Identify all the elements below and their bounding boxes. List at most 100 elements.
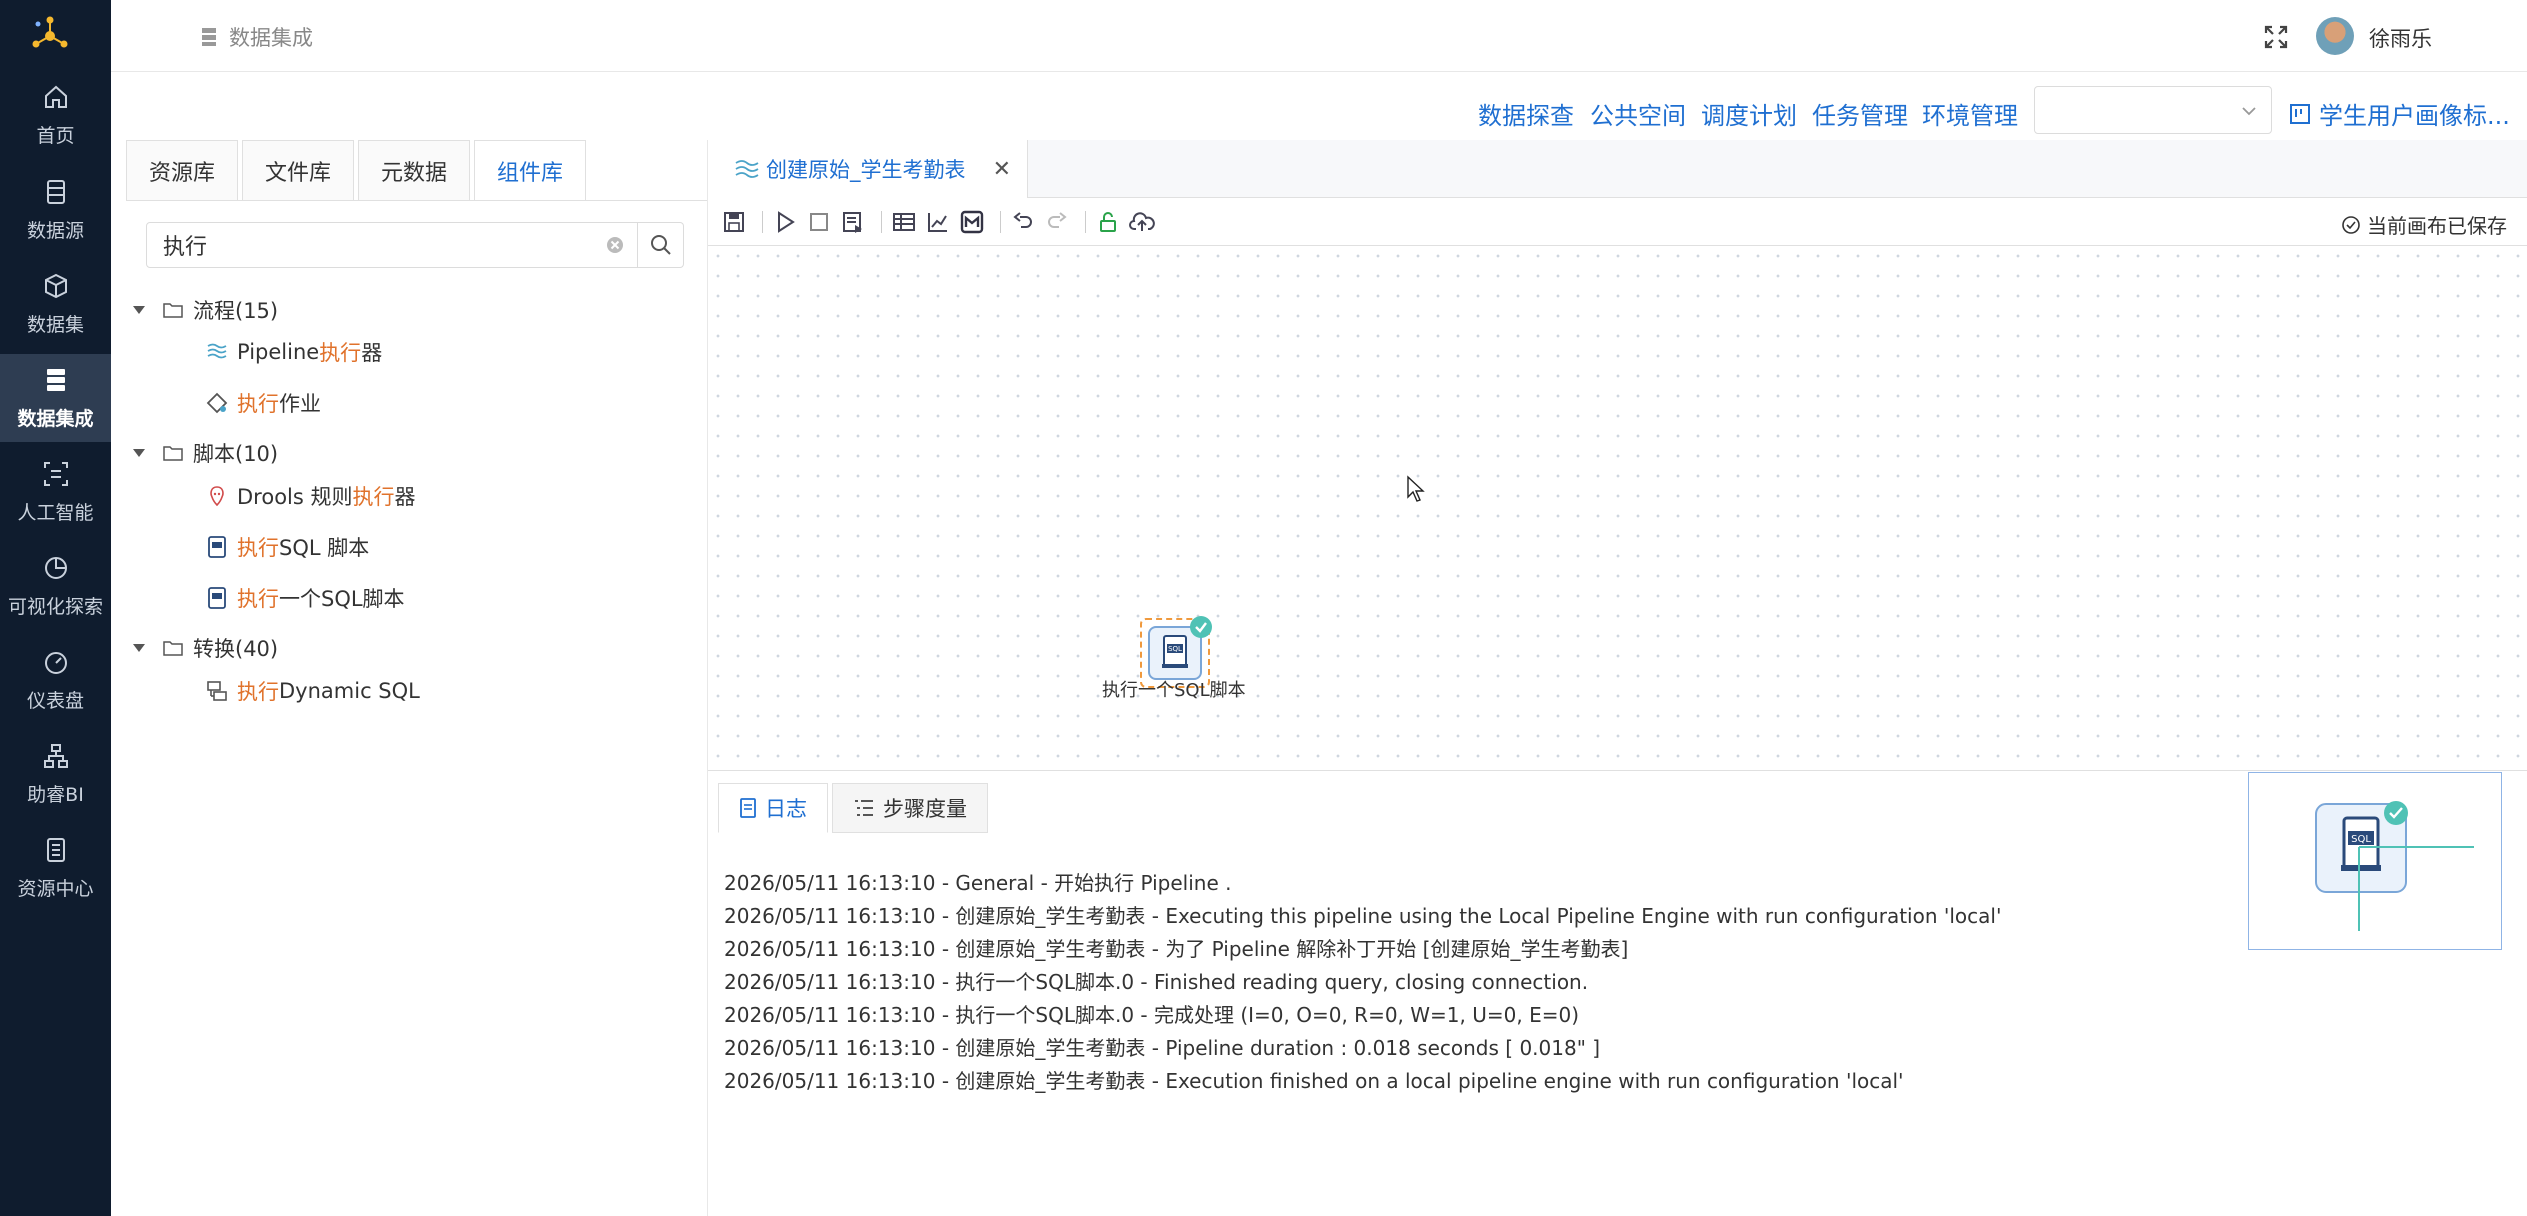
redo-icon [1048,211,1067,228]
document-icon [740,798,756,818]
tree-item-text: Dynamic SQL [279,679,420,703]
clear-icon[interactable] [605,235,625,255]
play-icon [778,210,795,233]
breadcrumb-label: 数据集成 [229,26,313,50]
app-logo[interactable] [28,14,72,58]
undo-icon [1013,211,1032,228]
nav-label: 仪表盘 [26,689,84,712]
redo-button[interactable] [1043,208,1071,236]
close-icon[interactable]: ✕ [993,157,1011,182]
run-button[interactable] [771,208,799,236]
nav-label: 人工智能 [17,501,94,524]
tree-item[interactable]: Drools 规则 执行 器 [205,476,416,516]
tree-item[interactable]: 执行 作业 [205,383,321,423]
tab-file-lib[interactable]: 文件库 [242,140,355,200]
nav-item-bi[interactable]: 助睿BI [0,730,111,818]
tree-group-label: 转换(40) [193,637,279,661]
search-button[interactable] [638,222,684,268]
tree-group-flow[interactable]: 流程(15) [133,290,278,330]
ai-icon [43,461,68,486]
nav-item-dashboard[interactable]: 仪表盘 [0,636,111,724]
tab-divider [126,200,707,201]
search-highlight: 执行 [237,536,279,560]
save-icon [724,211,744,232]
lock-button[interactable] [1094,208,1122,236]
tree-item[interactable]: 执行 一个SQL脚本 [205,578,405,618]
metrics-button[interactable] [958,208,986,236]
search-highlight: 执行 [237,392,279,416]
table-button[interactable] [890,208,918,236]
tab-log[interactable]: 日志 [718,783,828,833]
undo-button[interactable] [1009,208,1037,236]
tab-pipeline[interactable]: 创建原始_学生考勤表 ✕ [708,140,1028,198]
tab-resource-lib[interactable]: 资源库 [126,140,239,200]
library-panel: 资源库 文件库 元数据 组件库 流程(15) Pipeline 执行 器 执行 … [111,140,708,1216]
cloud-upload-icon [1129,211,1155,231]
tab-title: 创建原始_学生考勤表 [766,158,966,182]
nav-label: 数据源 [26,219,84,242]
tree-item[interactable]: 执行 Dynamic SQL [205,671,420,711]
chevron-down-icon [2242,107,2256,116]
search-input[interactable] [147,223,547,267]
caret-down-icon[interactable] [133,449,145,457]
nav-item-home[interactable]: 首页 [0,71,111,159]
tree-group-script[interactable]: 脚本(10) [133,433,278,473]
menu-link-task-manage[interactable]: 任务管理 [1812,96,1908,131]
nav-label: 可视化探索 [7,595,103,618]
nav-label: 助睿BI [27,783,84,806]
tree-item-text: 器 [394,485,416,509]
project-link[interactable]: 学生用户画像标... [2289,96,2510,131]
stop-button[interactable] [805,208,833,236]
tab-step-metrics[interactable]: 步骤度量 [832,783,988,833]
save-status-text: 当前画布已保存 [2367,214,2507,238]
search-icon [650,235,671,255]
nav-item-ai[interactable]: 人工智能 [0,448,111,536]
toolbar-divider [762,210,763,233]
preview-button[interactable] [839,208,867,236]
project-icon [2290,103,2310,124]
log-line: 2026/05/11 16:13:10 - General - 开始执行 Pip… [724,871,1232,895]
save-button[interactable] [720,208,748,236]
canvas-minimap[interactable]: SQL [2248,772,2502,950]
tree-item[interactable]: Pipeline 执行 器 [205,332,382,372]
svg-text:SQL: SQL [2351,834,2371,845]
chart-button[interactable] [924,208,952,236]
data-integration-icon [202,28,216,46]
nav-item-dataset[interactable]: 数据集 [0,260,111,348]
line-chart-icon [928,212,947,232]
tab-component-lib[interactable]: 组件库 [474,140,587,200]
log-line: 2026/05/11 16:13:10 - 执行一个SQL脚本.0 - 完成处理… [724,1003,1579,1027]
avatar[interactable] [2316,17,2354,55]
visual-explore-icon [44,556,67,579]
log-tabs: 日志 步骤度量 [718,783,988,833]
dashboard-icon [44,651,67,674]
nav-item-visual-explore[interactable]: 可视化探索 [0,542,111,630]
tree-item[interactable]: 执行 SQL 脚本 [205,527,369,567]
menu-link-env-manage[interactable]: 环境管理 [1922,96,2018,131]
nav-item-datasource[interactable]: 数据源 [0,166,111,254]
check-icon [1190,616,1212,638]
username[interactable]: 徐雨乐 [2369,23,2432,53]
tree-group-transform[interactable]: 转换(40) [133,628,278,668]
menu-link-schedule[interactable]: 调度计划 [1701,96,1797,131]
job-icon [206,392,228,414]
pipeline-canvas[interactable]: SQL 执行一个SQL脚本 [708,246,2527,770]
menu-link-public-space[interactable]: 公共空间 [1590,96,1686,131]
nav-item-resource-center[interactable]: 资源中心 [0,824,111,912]
list-icon [855,800,873,816]
fullscreen-icon[interactable] [2263,24,2289,50]
canvas-toolbar: 当前画布已保存 [708,198,2527,246]
tab-metadata[interactable]: 元数据 [358,140,471,200]
log-output: 2026/05/11 16:13:10 - General - 开始执行 Pip… [724,867,2001,1098]
nav-label: 资源中心 [17,877,94,900]
environment-select[interactable] [2034,86,2272,134]
node-label: 执行一个SQL脚本 [1102,680,1246,701]
caret-down-icon[interactable] [133,644,145,652]
nav-item-data-integration[interactable]: 数据集成 [0,354,111,442]
upload-button[interactable] [1128,208,1156,236]
tree-item-text: SQL 脚本 [279,536,370,560]
caret-down-icon[interactable] [133,306,145,314]
check-circle-icon [2342,215,2360,234]
menu-link-data-explore[interactable]: 数据探查 [1478,96,1574,131]
toolbar-divider [881,210,882,233]
